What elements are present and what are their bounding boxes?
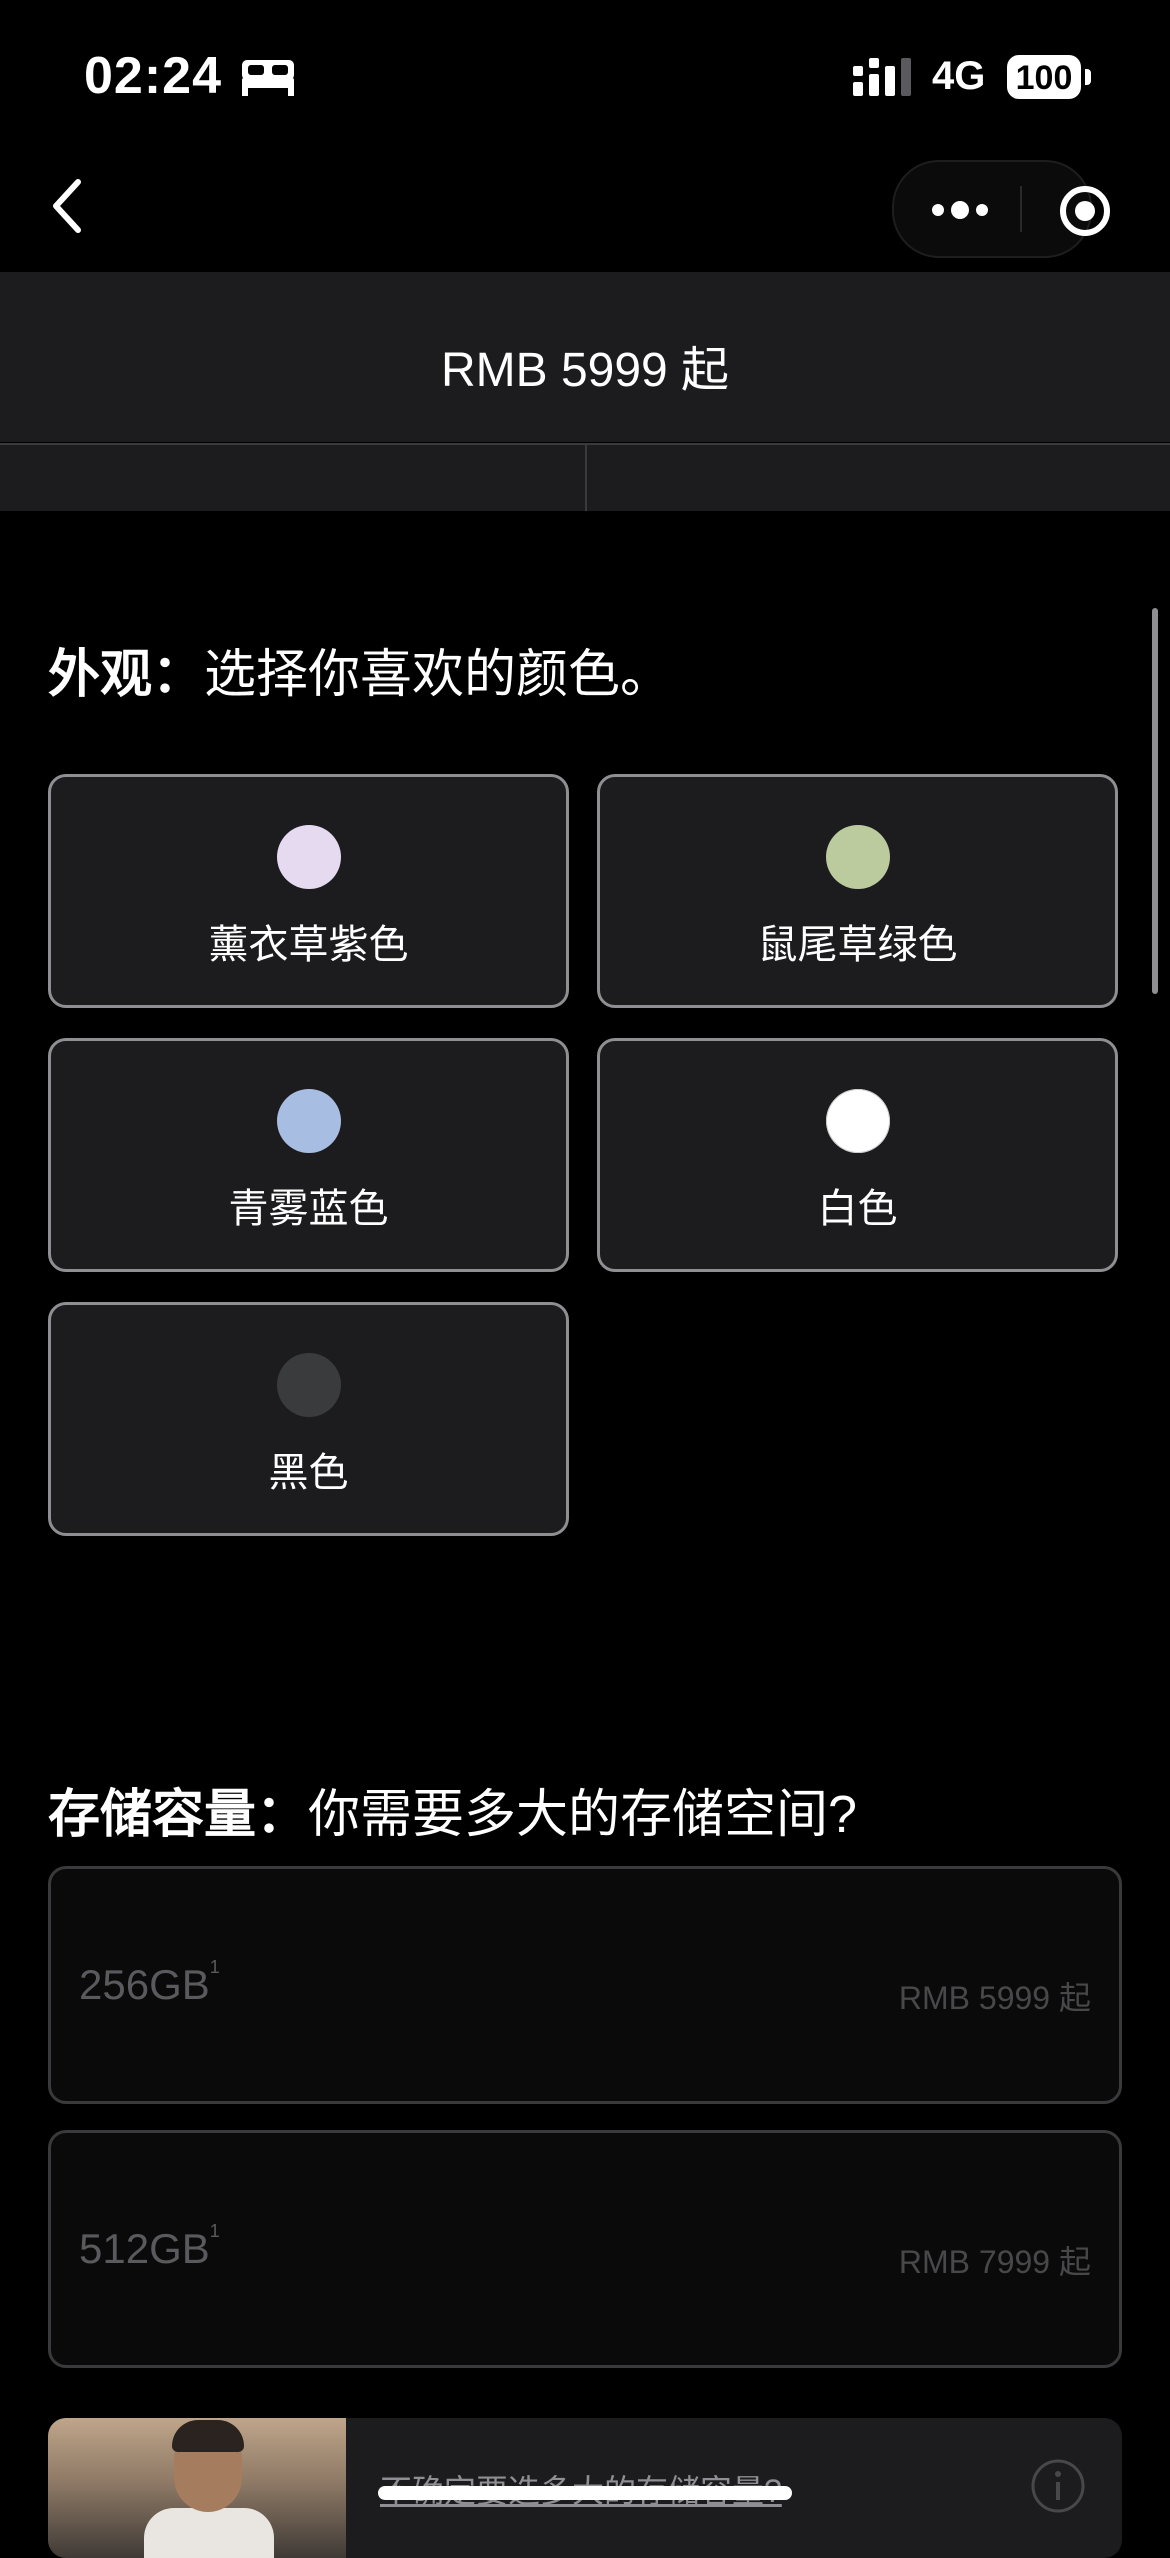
color-title-bold: 外观： (48, 646, 205, 704)
sleep-icon (242, 60, 294, 96)
header-tabs (0, 443, 1170, 511)
home-indicator[interactable] (378, 2486, 792, 2500)
storage-option-512[interactable]: 512GB1 RMB 7999 起 (48, 2130, 1122, 2368)
color-swatch (825, 1089, 890, 1153)
capsule-divider (1020, 186, 1022, 232)
color-option-label: 薰衣草紫色 (208, 923, 409, 967)
network-type: 4G (932, 54, 986, 98)
header-tab-left[interactable] (0, 445, 583, 511)
status-time: 02:24 (84, 47, 222, 105)
help-video-thumbnail[interactable] (48, 2418, 346, 2558)
color-section-title: 外观：选择你喜欢的颜色。 (48, 632, 672, 707)
color-option-label: 鼠尾草绿色 (757, 923, 958, 967)
color-option-label: 青雾蓝色 (228, 1187, 389, 1231)
footnote-marker: 1 (209, 2221, 220, 2241)
color-swatch (825, 825, 890, 889)
color-swatch (276, 1089, 341, 1153)
storage-section-title: 存储容量：你需要多大的存储空间? (48, 1772, 857, 1847)
price-header: RMB 5999 起 (0, 272, 1170, 442)
storage-option-256[interactable]: 256GB1 RMB 5999 起 (48, 1866, 1122, 2104)
footnote-marker: 1 (209, 1957, 220, 1977)
battery-icon: 100 (1007, 55, 1091, 99)
color-swatch (276, 825, 341, 889)
storage-title-bold: 存储容量： (48, 1786, 309, 1844)
storage-title-rest: 你需要多大的存储空间? (308, 1786, 857, 1844)
info-icon[interactable] (1030, 2458, 1086, 2514)
storage-capacity: 512GB1 (79, 2221, 220, 2272)
header-price: RMB 5999 起 (440, 344, 730, 397)
storage-price: RMB 7999 起 (898, 2244, 1091, 2280)
more-dots-icon[interactable] (930, 200, 990, 220)
signal-icon (853, 58, 911, 96)
chevron-left-icon[interactable] (46, 176, 92, 236)
storage-capacity: 256GB1 (79, 1957, 220, 2008)
battery-level: 100 (1015, 59, 1073, 97)
color-option-label: 白色 (817, 1187, 898, 1231)
header-tab-right[interactable] (585, 445, 1170, 511)
color-option-mist-blue[interactable]: 青雾蓝色 (48, 1038, 569, 1272)
color-option-lavender[interactable]: 薰衣草紫色 (48, 774, 569, 1008)
mini-program-capsule (892, 160, 1110, 258)
color-swatch (276, 1353, 341, 1417)
color-title-rest: 选择你喜欢的颜色。 (204, 646, 673, 704)
color-option-sage[interactable]: 鼠尾草绿色 (597, 774, 1118, 1008)
storage-price: RMB 5999 起 (898, 1980, 1091, 2016)
scrollbar[interactable] (1152, 608, 1158, 994)
color-option-black[interactable]: 黑色 (48, 1302, 569, 1536)
color-option-label: 黑色 (268, 1451, 349, 1495)
color-option-white[interactable]: 白色 (597, 1038, 1118, 1272)
target-icon[interactable] (1058, 184, 1112, 238)
